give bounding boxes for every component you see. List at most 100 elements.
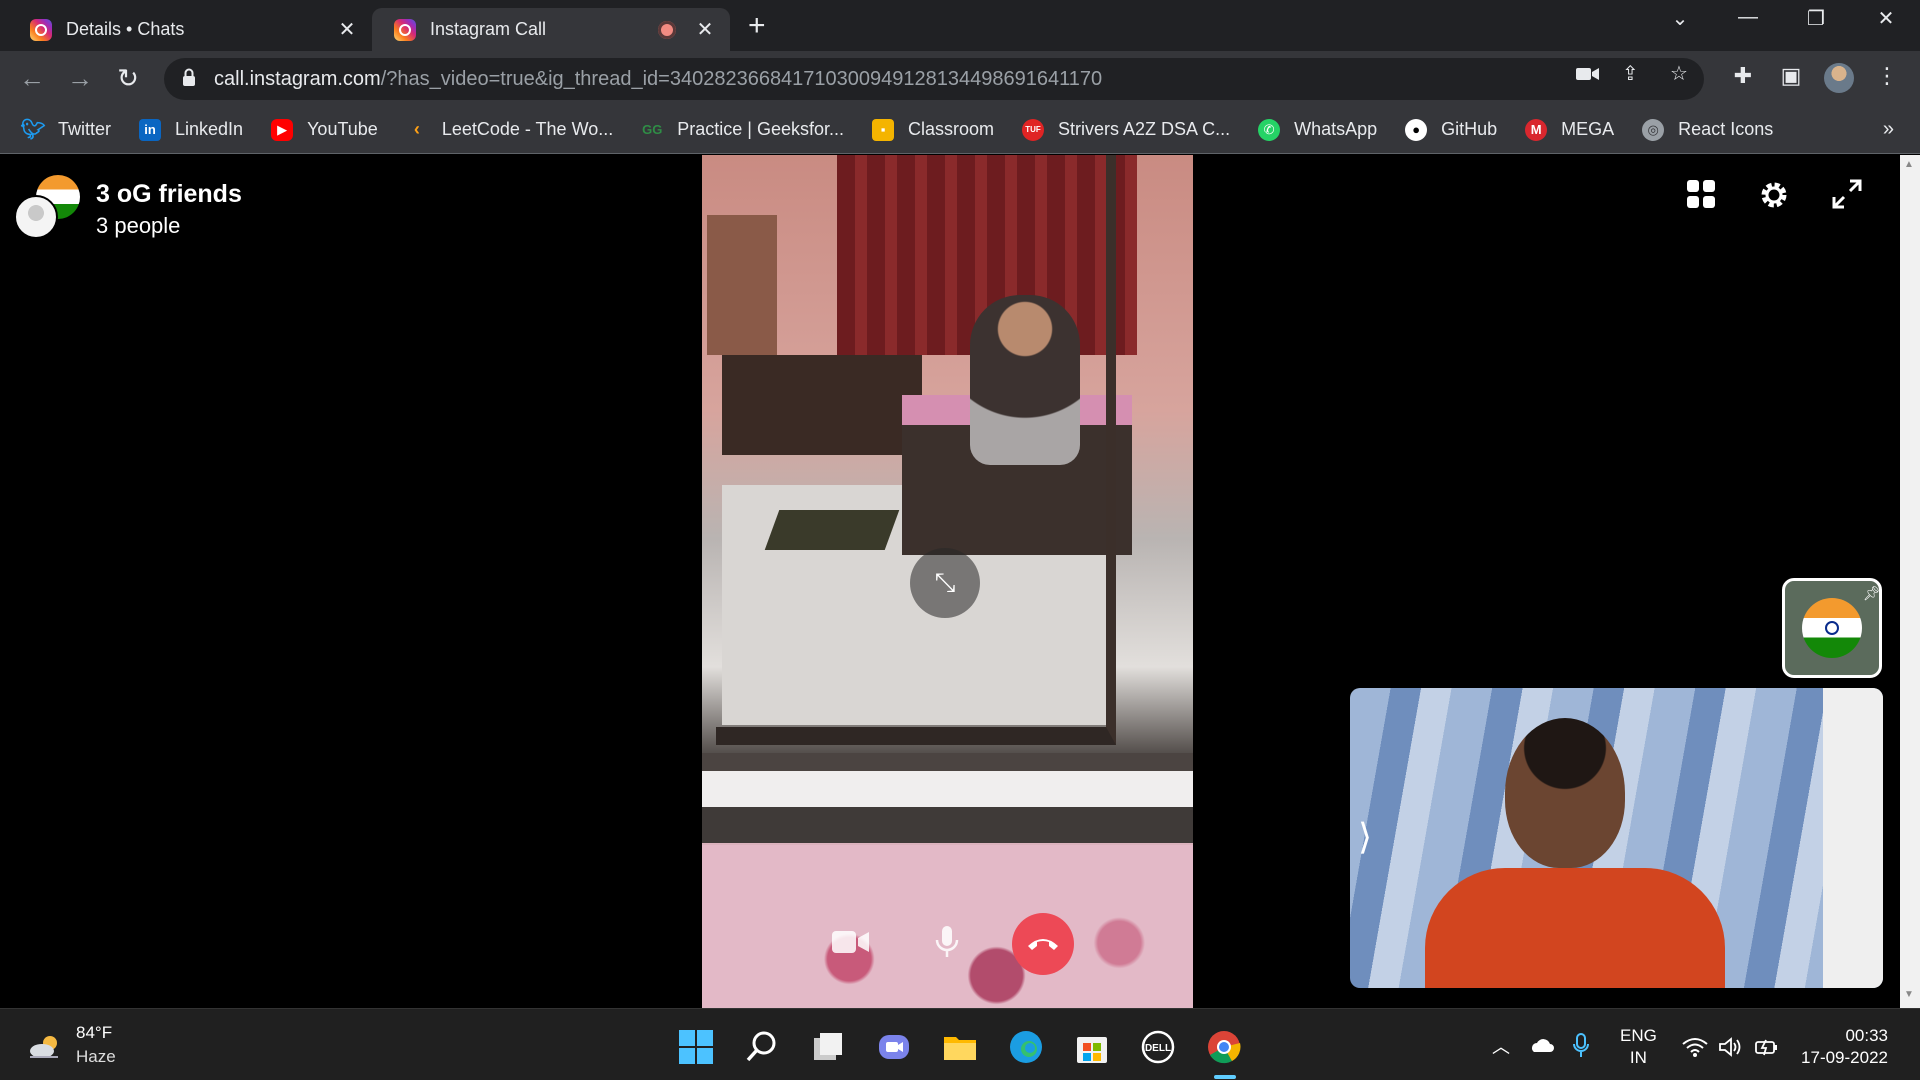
video-scene-shirt <box>1425 868 1725 988</box>
scroll-up-icon[interactable]: ▲ <box>1904 159 1914 170</box>
page-scrollbar[interactable]: ▲ ▼ <box>1900 155 1920 1008</box>
bookmark-strivers[interactable]: TUF Strivers A2Z DSA C... <box>1022 118 1231 141</box>
bookmark-classroom[interactable]: ▪ Classroom <box>872 118 994 141</box>
reload-button[interactable]: ↻ <box>112 63 144 94</box>
wifi-icon[interactable] <box>1682 1037 1708 1057</box>
url-host: call.instagram.com <box>214 67 381 90</box>
video-scene-person <box>1425 718 1725 988</box>
weather-haze-icon[interactable] <box>28 1033 64 1061</box>
bookmark-twitter[interactable]: 🐦︎ Twitter <box>20 119 112 141</box>
bookmark-leetcode[interactable]: ‹ LeetCode - The Wo... <box>406 119 613 141</box>
restore-button[interactable]: ❐ <box>1796 6 1836 31</box>
bookmark-label: Practice | Geeksfor... <box>677 119 844 139</box>
leetcode-icon: ‹ <box>413 119 420 139</box>
group-avatar[interactable] <box>14 175 80 241</box>
bookmark-label: React Icons <box>1678 119 1774 139</box>
tab-search-chevron-icon[interactable]: ⌄ <box>1660 6 1700 31</box>
input-language-indicator[interactable]: ENG IN <box>1620 1025 1657 1069</box>
ashoka-chakra-icon <box>1825 621 1839 635</box>
video-scene-head <box>1505 718 1625 868</box>
collapse-preview-chevron-icon[interactable]: ⟩ <box>1358 816 1372 858</box>
microphone-toggle-icon[interactable] <box>935 925 959 959</box>
teams-chat-icon[interactable] <box>876 1029 912 1065</box>
battery-charging-icon[interactable] <box>1754 1037 1780 1057</box>
bookmark-star-icon[interactable]: ☆ <box>1670 61 1688 86</box>
scroll-down-icon[interactable]: ▼ <box>1904 989 1914 1000</box>
video-scene-wall <box>1823 688 1883 988</box>
profile-avatar[interactable] <box>1824 63 1854 93</box>
chrome-browser-icon[interactable] <box>1206 1029 1242 1065</box>
back-button[interactable]: ← <box>16 63 48 94</box>
bookmark-github[interactable]: ● GitHub <box>1405 118 1498 141</box>
pin-icon[interactable]: 📌︎ <box>1863 585 1879 602</box>
bookmarks-overflow-button[interactable]: » <box>1883 118 1894 141</box>
region-code: IN <box>1629 1048 1647 1067</box>
clock-time: 00:33 <box>1845 1026 1888 1045</box>
microsoft-store-icon[interactable] <box>1074 1029 1110 1065</box>
volume-icon[interactable] <box>1718 1037 1744 1057</box>
browser-tabstrip: Details • Chats ✕ Instagram Call ✕ + ⌄ —… <box>0 0 1920 51</box>
grid-view-icon[interactable] <box>1686 179 1716 209</box>
address-bar[interactable]: call.instagram.com/?has_video=true&ig_th… <box>164 58 1704 100</box>
pinned-participant-tile[interactable]: 📌︎ <box>1782 578 1882 678</box>
tab-details-chats[interactable]: Details • Chats ✕ <box>8 8 372 51</box>
more-menu-icon[interactable]: ⋮ <box>1872 63 1902 89</box>
weather-description[interactable]: Haze <box>76 1047 116 1067</box>
bookmark-label: MEGA <box>1561 119 1615 139</box>
bookmark-mega[interactable]: M MEGA <box>1525 118 1615 141</box>
forward-button[interactable]: → <box>64 63 96 94</box>
extensions-icon[interactable]: ✚ <box>1728 63 1758 89</box>
share-icon[interactable]: ⇪ <box>1622 61 1639 86</box>
bookmark-label: Strivers A2Z DSA C... <box>1058 119 1231 139</box>
bookmark-label: Twitter <box>58 119 112 139</box>
windows-start-icon[interactable] <box>678 1029 714 1065</box>
instagram-icon <box>30 18 52 41</box>
fullscreen-icon[interactable] <box>1832 179 1862 209</box>
instagram-icon <box>394 18 416 41</box>
self-video-preview[interactable]: ⟩ <box>1350 688 1883 988</box>
close-icon[interactable]: ✕ <box>334 17 360 42</box>
bookmark-whatsapp[interactable]: ✆ WhatsApp <box>1258 118 1377 141</box>
tab-instagram-call[interactable]: Instagram Call ✕ <box>372 8 730 51</box>
bookmark-youtube[interactable]: ▶ YouTube <box>271 118 378 141</box>
call-area: 3 oG friends 3 people ⤡ 📌︎ ⟩ <box>0 155 1900 1008</box>
new-tab-button[interactable]: + <box>748 8 766 44</box>
participant-count: 3 people <box>96 213 181 238</box>
github-icon: ● <box>1405 118 1428 141</box>
settings-gear-icon[interactable] <box>1758 179 1790 211</box>
bookmark-label: GitHub <box>1441 119 1498 139</box>
bookmark-react-icons[interactable]: ◎ React Icons <box>1642 118 1774 141</box>
weather-temperature[interactable]: 84°F <box>76 1023 112 1043</box>
show-hidden-icons-chevron-icon[interactable]: ︿ <box>1492 1033 1510 1059</box>
camera-in-use-icon[interactable] <box>1576 65 1600 83</box>
bookmark-geeksforgeeks[interactable]: GG Practice | Geeksfor... <box>641 119 844 141</box>
whatsapp-icon: ✆ <box>1258 118 1281 141</box>
mega-icon: M <box>1525 118 1548 141</box>
end-call-button[interactable] <box>1012 913 1074 975</box>
onedrive-cloud-icon[interactable] <box>1528 1037 1554 1053</box>
geeksforgeeks-icon: GG <box>642 122 663 137</box>
task-view-icon[interactable] <box>810 1029 846 1065</box>
close-icon[interactable]: ✕ <box>692 17 718 42</box>
system-clock[interactable]: 00:33 17-09-2022 <box>1798 1025 1888 1069</box>
close-window-button[interactable]: ✕ <box>1866 6 1906 31</box>
url-path: /?has_video=true&ig_thread_id=3402823668… <box>380 67 1103 90</box>
bookmark-linkedin[interactable]: in LinkedIn <box>139 118 243 141</box>
lock-icon <box>183 68 195 86</box>
bookmark-label: LeetCode - The Wo... <box>441 119 614 139</box>
minimize-video-button[interactable]: ⤡ <box>910 548 980 618</box>
edge-browser-icon[interactable] <box>1008 1029 1044 1065</box>
youtube-icon: ▶ <box>271 118 294 141</box>
browser-toolbar: ← → ↻ call.instagram.com/?has_video=true… <box>0 51 1920 106</box>
video-scene-window-ledge <box>702 753 1193 843</box>
side-panel-icon[interactable]: ▣ <box>1776 63 1806 89</box>
microphone-in-use-icon[interactable] <box>1572 1033 1590 1059</box>
file-explorer-icon[interactable] <box>942 1029 978 1065</box>
search-icon[interactable] <box>744 1029 780 1065</box>
classroom-icon: ▪ <box>872 118 894 141</box>
minimize-button[interactable]: — <box>1728 6 1768 29</box>
dell-app-icon[interactable]: DELL <box>1140 1029 1176 1065</box>
linkedin-icon: in <box>139 118 162 141</box>
camera-toggle-icon[interactable] <box>832 929 870 955</box>
language-code: ENG <box>1620 1026 1657 1045</box>
